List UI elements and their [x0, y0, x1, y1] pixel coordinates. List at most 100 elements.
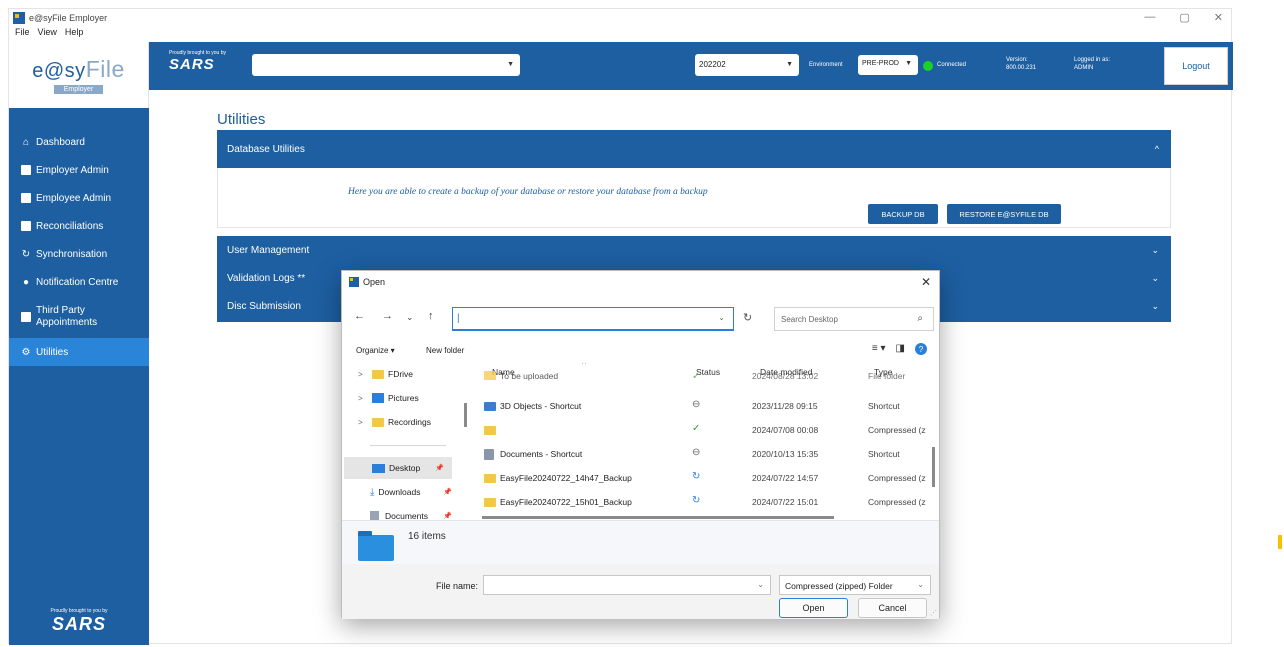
period-select[interactable]: 202202 ▼ [695, 54, 799, 76]
chevron-down-icon[interactable]: ⌄ [757, 580, 764, 589]
user-management-header[interactable]: User Management ⌄ [217, 236, 1171, 264]
file-list-scrollbar[interactable] [932, 447, 935, 487]
menu-help[interactable]: Help [65, 27, 84, 41]
chevron-right-icon[interactable]: > [358, 418, 372, 427]
nav-divider [370, 445, 446, 446]
chevron-right-icon[interactable]: > [358, 394, 372, 403]
menu-file[interactable]: File [15, 27, 30, 41]
file-type-select[interactable]: Compressed (zipped) Folder ⌄ [779, 575, 931, 595]
address-bar-input[interactable]: | ⌄ [452, 307, 734, 331]
sidebar-item-reconciliations[interactable]: Reconciliations [9, 212, 149, 240]
recent-locations-chevron-icon[interactable]: ⌄ [406, 312, 414, 323]
logged-in-info: Logged in as: ADMIN [1074, 56, 1110, 72]
backup-db-button[interactable]: BACKUP DB [868, 204, 938, 224]
cancel-button[interactable]: Cancel [858, 598, 927, 618]
minimize-icon[interactable]: — [1144, 11, 1155, 24]
file-name-label: File name: [436, 581, 479, 591]
pin-icon: 📌 [443, 513, 452, 520]
dialog-title: Open [363, 277, 386, 287]
chevron-up-icon: ^ [1154, 144, 1159, 154]
window-title: e@syFile Employer [29, 13, 108, 23]
file-name: EasyFile20240722_15h01_Backup [500, 497, 632, 507]
file-row[interactable]: Documents - Shortcut ⊖ 2020/10/13 15:35 … [470, 442, 930, 466]
chevron-down-icon: ⌄ [917, 580, 924, 589]
refresh-icon[interactable]: ↻ [743, 311, 752, 324]
tree-item-fdrive[interactable]: > FDrive [342, 363, 460, 385]
dialog-title-bar: Open ✕ [342, 271, 939, 293]
file-type-value: Compressed (zipped) Folder [785, 581, 893, 591]
quick-access-desktop[interactable]: Desktop 📌 [344, 457, 452, 479]
header-brand: SARS [169, 56, 215, 73]
sidebar-item-notification-centre[interactable]: ● Notification Centre [9, 268, 149, 296]
sync-icon: ↻ [21, 248, 31, 260]
tree-item-label: Recordings [388, 417, 431, 427]
period-select-value: 202202 [699, 60, 726, 69]
title-bar: e@syFile Employer — ▢ ✕ [9, 9, 1231, 27]
employer-select[interactable]: ▼ [252, 54, 520, 76]
sidebar-item-third-party-appointments[interactable]: Third Party Appointments [9, 296, 149, 338]
help-icon[interactable]: ? [915, 343, 927, 355]
sort-ascending-icon: ^ [582, 363, 587, 369]
chevron-down-icon: ⌄ [1151, 272, 1159, 283]
back-arrow-icon[interactable]: ← [354, 310, 365, 322]
new-folder-button[interactable]: New folder [426, 346, 464, 355]
menu-view[interactable]: View [38, 27, 57, 41]
file-row[interactable]: ✓ 2024/07/08 00:08 Compressed (z [470, 418, 930, 442]
file-type: Shortcut [868, 401, 900, 411]
preview-pane-icon[interactable]: ◨ [896, 343, 905, 355]
cloud-status-icon: ⊖ [692, 399, 701, 410]
database-utilities-header[interactable]: Database Utilities ^ [217, 130, 1171, 168]
pictures-icon [372, 393, 384, 403]
search-input[interactable]: Search Desktop ⌕ [774, 307, 934, 331]
logout-button[interactable]: Logout [1164, 47, 1228, 85]
sidebar-item-employee-admin[interactable]: Employee Admin [9, 184, 149, 212]
folder-icon [358, 531, 394, 561]
file-row[interactable]: EasyFile20240722_14h47_Backup ↻ 2024/07/… [470, 466, 930, 490]
environment-select[interactable]: PRE-PROD ▼ [858, 55, 918, 75]
gears-icon: ⚙ [21, 346, 31, 358]
sidebar-item-utilities[interactable]: ⚙ Utilities [9, 338, 149, 366]
view-options-icon[interactable]: ≡ ▾ [872, 343, 886, 355]
up-arrow-icon[interactable]: ↑ [428, 310, 434, 322]
horizontal-scrollbar[interactable] [482, 516, 834, 519]
shortcut-icon [484, 402, 496, 411]
restore-db-button[interactable]: RESTORE E@SYFILE DB [947, 204, 1061, 224]
sidebar-item-synchronisation[interactable]: ↻ Synchronisation [9, 240, 149, 268]
window-controls: — ▢ ✕ [1144, 11, 1223, 24]
dialog-nav-row: ← → ⌄ ↑ | ⌄ ↻ Search Desktop ⌕ [342, 304, 939, 331]
pin-icon: 📌 [435, 465, 444, 472]
navigation-pane: > FDrive > Pictures > Recordings Desktop… [342, 363, 467, 522]
file-type: Compressed (z [868, 425, 926, 435]
resize-grip-icon[interactable]: ⋰ [930, 609, 937, 617]
open-button[interactable]: Open [779, 598, 848, 618]
nav-pane-scrollbar[interactable] [464, 403, 467, 427]
file-row[interactable]: EasyFile20240722_15h01_Backup ↻ 2024/07/… [470, 490, 930, 514]
sidebar-item-employer-admin[interactable]: Employer Admin [9, 156, 149, 184]
disc-submission-label: Disc Submission [227, 300, 301, 312]
maximize-icon[interactable]: ▢ [1179, 11, 1189, 24]
close-icon[interactable]: ✕ [921, 275, 931, 289]
chevron-right-icon[interactable]: > [358, 370, 372, 379]
zip-folder-icon [484, 426, 496, 435]
file-date: 2024/07/22 15:01 [752, 497, 819, 507]
environment-label: Environment [809, 62, 843, 68]
clipboard-icon [21, 193, 31, 203]
tree-item-pictures[interactable]: > Pictures [342, 387, 460, 409]
sars-footer-logo: Proudly brought to you by SARS [9, 608, 149, 635]
file-date: 2024/07/22 14:57 [752, 473, 819, 483]
sidebar-item-dashboard[interactable]: ⌂ Dashboard [9, 128, 149, 156]
edit-document-icon [21, 221, 31, 231]
chevron-down-icon[interactable]: ⌄ [718, 313, 725, 322]
logo-text-left: e@sy [32, 60, 86, 82]
file-row[interactable]: 3D Objects - Shortcut ⊖ 2023/11/28 09:15… [470, 394, 930, 418]
forward-arrow-icon[interactable]: → [382, 310, 393, 322]
syncing-icon: ↻ [692, 495, 701, 506]
chevron-down-icon: ⌄ [1151, 244, 1159, 255]
close-icon[interactable]: ✕ [1214, 11, 1223, 24]
quick-access-downloads[interactable]: ⤓ Downloads 📌 [342, 481, 460, 503]
file-name-input[interactable]: ⌄ [483, 575, 771, 595]
tree-item-recordings[interactable]: > Recordings [342, 411, 460, 433]
item-count: 16 items [408, 531, 446, 542]
organize-button[interactable]: Organize ▾ [356, 346, 395, 355]
briefcase-icon [21, 312, 31, 322]
